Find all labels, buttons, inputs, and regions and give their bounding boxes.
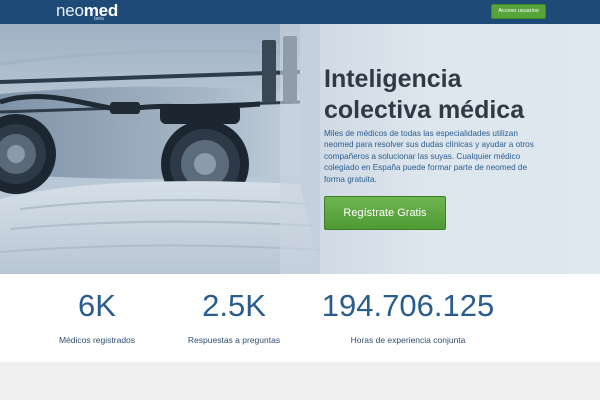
stats-section: 6K Médicos registrados 2.5K Respuestas a… — [0, 274, 600, 362]
logo-beta-badge: beta — [94, 16, 104, 22]
hero-section: Inteligencia colectiva médica Miles de m… — [0, 24, 600, 274]
stat-label: Respuestas a preguntas — [187, 335, 281, 345]
stat-value: 6K — [78, 288, 116, 323]
stat-registered-doctors: 6K Médicos registrados — [37, 274, 157, 362]
stat-experience-hours: 194.706.125 Horas de experiencia conjunt… — [318, 274, 498, 362]
hero-title: Inteligencia colectiva médica — [324, 64, 584, 126]
neomed-logo[interactable]: neomed — [56, 1, 118, 23]
hero-description: Miles de médicos de todas las especialid… — [324, 129, 534, 184]
footer-area — [0, 362, 600, 400]
stat-label: Médicos registrados — [58, 335, 136, 345]
stat-answers: 2.5K Respuestas a preguntas — [174, 274, 294, 362]
top-navbar: neomed beta Acceso usuarios — [0, 0, 600, 24]
hero-title-line2: colectiva médica — [324, 96, 525, 124]
hero-title-line1: Inteligencia — [324, 65, 462, 93]
user-login-button[interactable]: Acceso usuarios — [491, 4, 546, 19]
stat-label: Horas de experiencia conjunta — [350, 335, 466, 345]
register-free-button[interactable]: Regístrate Gratis — [324, 196, 446, 230]
surgeon-photo — [0, 24, 320, 274]
logo-neo-text: neo — [56, 1, 84, 20]
stat-value: 194.706.125 — [321, 288, 495, 323]
stat-value: 2.5K — [202, 288, 266, 323]
